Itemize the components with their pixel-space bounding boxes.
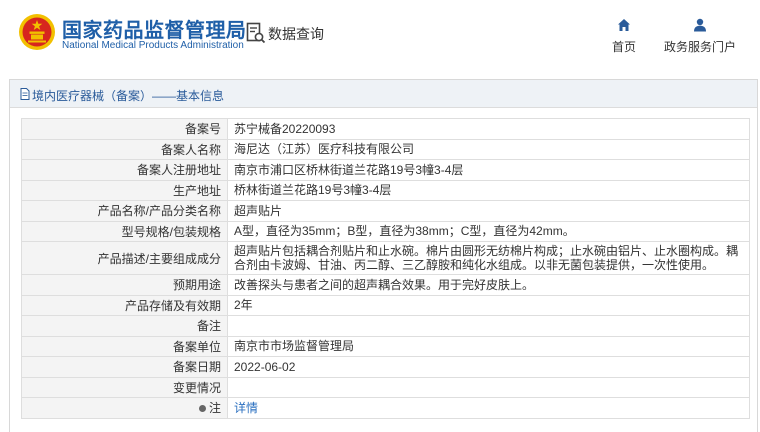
field-label: 注 [208,401,221,416]
national-emblem-icon [19,14,55,50]
table-row: 备案单位 南京市市场监督管理局 [21,335,750,357]
table-row: 备案日期 2022-06-02 [21,356,750,378]
brand-title: 国家药品监督管理局 [62,20,247,42]
pin-icon [198,404,206,412]
data-query-label: 数据查询 [268,26,324,42]
field-label: 产品存储及有效期 [21,294,228,316]
field-label: 生产地址 [21,179,228,201]
field-label: 产品名称/产品分类名称 [21,200,228,222]
field-value: 2022-06-02 [227,356,750,378]
details-link[interactable]: 详情 [227,397,750,419]
field-label: 备注 [21,315,228,337]
field-label: 备案人注册地址 [21,159,228,181]
field-value: A型，直径为35mm；B型，直径为38mm；C型，直径为42mm。 [227,220,750,242]
table-row: 产品存储及有效期 2年 [21,294,750,316]
panel-header: 境内医疗器械（备案）——基本信息 [10,80,757,108]
site-header: 国家药品监督管理局 National Medical Products Admi… [0,0,760,66]
table-row: 预期用途 改善探头与患者之间的超声耦合效果。用于完好皮肤上。 [21,274,750,296]
field-label: 产品描述/主要组成成分 [21,241,228,275]
brand-subtitle: National Medical Products Administration [62,40,244,51]
record-table: 备案号 苏宁械备20220093 备案人名称 海尼达（江苏）医疗科技有限公司 备… [21,118,750,419]
field-label: 备案号 [21,118,228,140]
field-value: 超声贴片包括耦合剂贴片和止水碗。棉片由圆形无纺棉片构成；止水碗由铝片、止水圈构成… [227,241,750,275]
table-row: 生产地址 桥林街道兰花路19号3幢3-4层 [21,179,750,201]
table-row: 备案号 苏宁械备20220093 [21,118,750,140]
nav-service-portal-link[interactable]: 政务服务门户 [660,16,740,56]
document-icon [20,88,30,100]
field-value: 桥林街道兰花路19号3幢3-4层 [227,179,750,201]
nav-home-label: 首页 [611,40,636,54]
document-search-icon [246,22,266,44]
table-row: 备案人名称 海尼达（江苏）医疗科技有限公司 [21,138,750,160]
field-value: 南京市浦口区桥林街道兰花路19号3幢3-4层 [227,159,750,181]
breadcrumb: 境内医疗器械（备案）——基本信息 [32,89,225,103]
nav-home-link[interactable]: 首页 [606,16,642,56]
table-row: 备注 [21,315,750,337]
field-value [227,315,750,337]
field-label: 备案人名称 [21,138,228,160]
table-row: 备案人注册地址 南京市浦口区桥林街道兰花路19号3幢3-4层 [21,159,750,181]
field-label: 变更情况 [21,376,228,398]
field-label: 预期用途 [21,274,228,296]
table-row: 产品名称/产品分类名称 超声贴片 [21,200,750,222]
table-row: 注 详情 [21,397,750,419]
table-row: 变更情况 [21,376,750,398]
field-value: 2年 [227,294,750,316]
field-value: 超声贴片 [227,200,750,222]
record-panel: 境内医疗器械（备案）——基本信息 备案号 苏宁械备20220093 备案人名称 … [9,79,758,432]
home-icon [618,19,630,31]
table-row: 产品描述/主要组成成分 超声贴片包括耦合剂贴片和止水碗。棉片由圆形无纺棉片构成；… [21,241,750,275]
field-label: 备案单位 [21,335,228,357]
field-label: 备案日期 [21,356,228,378]
field-value: 改善探头与患者之间的超声耦合效果。用于完好皮肤上。 [227,274,750,296]
field-value [227,376,750,398]
field-value: 海尼达（江苏）医疗科技有限公司 [227,138,750,160]
field-value: 南京市市场监督管理局 [227,335,750,357]
nav-service-label: 政务服务门户 [663,40,736,54]
table-row: 型号规格/包装规格 A型，直径为35mm；B型，直径为38mm；C型，直径为42… [21,220,750,242]
field-label: 型号规格/包装规格 [21,220,228,242]
user-icon [694,18,706,32]
note-label-cell: 注 [21,397,228,419]
field-value: 苏宁械备20220093 [227,118,750,140]
